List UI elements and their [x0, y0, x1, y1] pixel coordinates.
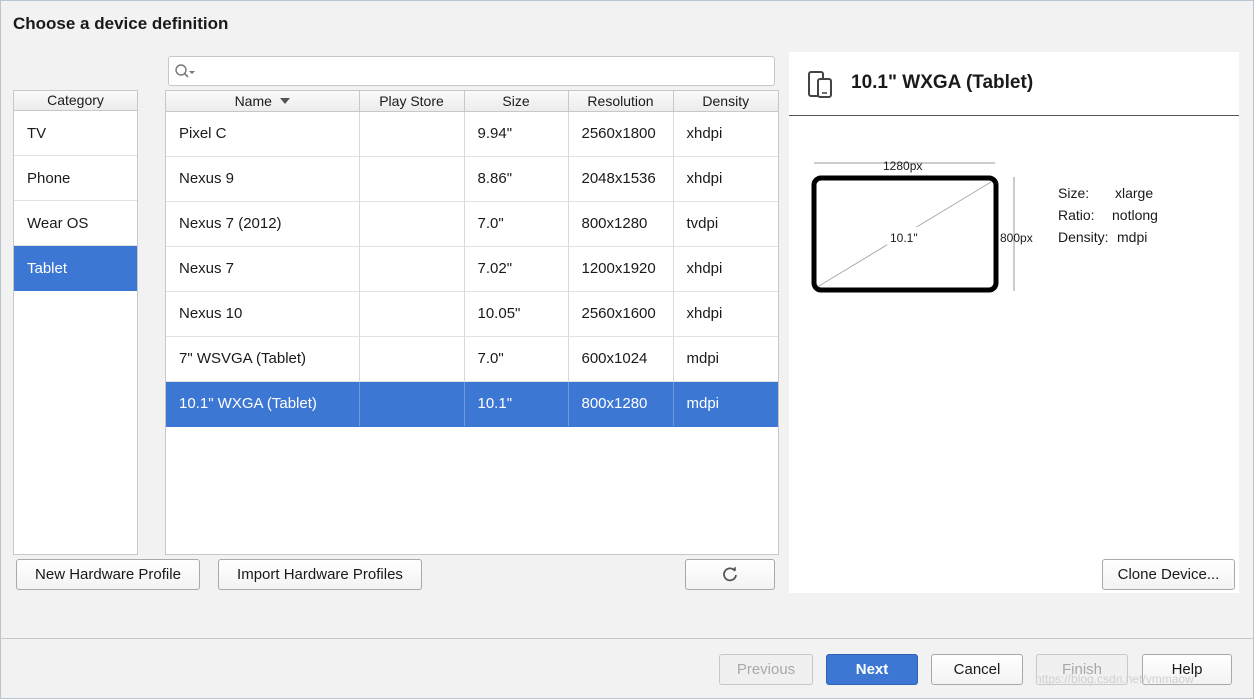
diagonal-label: 10.1" — [890, 231, 918, 245]
device-size: 7.0" — [464, 336, 569, 382]
clone-device-button[interactable]: Clone Device... — [1102, 559, 1235, 590]
footer-divider — [0, 638, 1254, 639]
device-resolution: 600x1024 — [568, 336, 674, 382]
device-name: 10.1" WXGA (Tablet) — [166, 381, 360, 427]
device-resolution: 2560x1800 — [568, 111, 674, 157]
column-header-name[interactable]: Name — [166, 91, 360, 112]
device-name: 7" WSVGA (Tablet) — [166, 336, 360, 382]
device-name: Nexus 9 — [166, 156, 360, 202]
device-play-store — [359, 291, 465, 337]
device-play-store — [359, 201, 465, 247]
sort-descending-icon — [279, 97, 290, 104]
device-play-store — [359, 156, 465, 202]
device-density: xhdpi — [673, 291, 778, 337]
category-item-tv[interactable]: TV — [14, 111, 137, 156]
device-play-store — [359, 246, 465, 292]
device-preview-panel: 10.1" WXGA (Tablet) 1280px 800px 10.1" S… — [789, 52, 1239, 593]
spec-key: Density: — [1058, 229, 1109, 245]
device-size: 9.94" — [464, 111, 569, 157]
device-size: 10.1" — [464, 381, 569, 427]
table-row[interactable]: Pixel C 9.94" 2560x1800 xhdpi — [166, 111, 778, 157]
device-play-store — [359, 336, 465, 382]
preview-divider — [789, 115, 1239, 116]
table-row[interactable]: Nexus 10 10.05" 2560x1600 xhdpi — [166, 291, 778, 337]
height-label: 800px — [1000, 231, 1033, 245]
device-screen-diagram — [811, 162, 1015, 293]
dialog-title: Choose a device definition — [13, 14, 229, 33]
device-resolution: 2048x1536 — [568, 156, 674, 202]
search-icon[interactable] — [174, 63, 196, 81]
next-button[interactable]: Next — [826, 654, 918, 685]
device-name: Nexus 7 (2012) — [166, 201, 360, 247]
new-hardware-profile-button[interactable]: New Hardware Profile — [16, 559, 200, 590]
spec-key: Ratio: — [1058, 207, 1095, 223]
spec-ratio: Ratio: notlong — [1058, 207, 1158, 223]
column-header-resolution[interactable]: Resolution — [568, 91, 674, 112]
device-table[interactable]: Name Play Store Size Resolution Density … — [165, 90, 779, 555]
column-header-size[interactable]: Size — [464, 91, 569, 112]
device-density: xhdpi — [673, 111, 778, 157]
device-density: xhdpi — [673, 246, 778, 292]
table-row[interactable]: Nexus 7 (2012) 7.0" 800x1280 tvdpi — [166, 201, 778, 247]
category-header[interactable]: Category — [14, 91, 137, 111]
table-row[interactable]: Nexus 9 8.86" 2048x1536 xhdpi — [166, 156, 778, 202]
category-item-wear-os[interactable]: Wear OS — [14, 201, 137, 246]
watermark: https://blog.csdn.net/ymmaow — [1035, 672, 1194, 686]
device-size: 10.05" — [464, 291, 569, 337]
table-row[interactable]: 7" WSVGA (Tablet) 7.0" 600x1024 mdpi — [166, 336, 778, 382]
width-label: 1280px — [883, 159, 923, 173]
column-header-play-store[interactable]: Play Store — [359, 91, 465, 112]
device-density: tvdpi — [673, 201, 778, 247]
device-resolution: 800x1280 — [568, 381, 674, 427]
spec-value: xlarge — [1115, 185, 1154, 201]
spec-value: notlong — [1112, 207, 1158, 223]
device-name: Nexus 10 — [166, 291, 360, 337]
device-play-store — [359, 381, 465, 427]
spec-key: Size: — [1058, 185, 1090, 201]
device-resolution: 2560x1600 — [568, 291, 674, 337]
device-size: 8.86" — [464, 156, 569, 202]
search-input[interactable] — [197, 60, 767, 82]
device-size: 7.02" — [464, 246, 569, 292]
device-icon — [808, 71, 832, 98]
device-resolution: 1200x1920 — [568, 246, 674, 292]
device-size: 7.0" — [464, 201, 569, 247]
table-row-selected[interactable]: 10.1" WXGA (Tablet) 10.1" 800x1280 mdpi — [166, 381, 778, 427]
device-density: mdpi — [673, 381, 778, 427]
preview-title: 10.1" WXGA (Tablet) — [851, 72, 1034, 93]
table-row[interactable]: Nexus 7 7.02" 1200x1920 xhdpi — [166, 246, 778, 292]
import-hardware-profiles-button[interactable]: Import Hardware Profiles — [218, 559, 422, 590]
device-play-store — [359, 111, 465, 157]
spec-value: mdpi — [1117, 229, 1148, 245]
refresh-icon — [723, 566, 737, 582]
search-box[interactable] — [168, 56, 775, 86]
category-item-tablet[interactable]: Tablet — [14, 246, 137, 291]
spec-density: Density: mdpi — [1058, 229, 1147, 245]
category-list[interactable]: Category TV Phone Wear OS Tablet — [13, 90, 138, 555]
previous-button[interactable]: Previous — [719, 654, 813, 685]
cancel-button[interactable]: Cancel — [931, 654, 1023, 685]
table-header-row: Name Play Store Size Resolution Density — [166, 91, 778, 112]
category-item-phone[interactable]: Phone — [14, 156, 137, 201]
device-resolution: 800x1280 — [568, 201, 674, 247]
device-name: Pixel C — [166, 111, 360, 157]
device-density: xhdpi — [673, 156, 778, 202]
refresh-button[interactable] — [685, 559, 775, 590]
column-header-name-label: Name — [234, 92, 272, 109]
spec-size: Size: xlarge — [1058, 185, 1153, 201]
column-header-density[interactable]: Density — [673, 91, 778, 112]
device-name: Nexus 7 — [166, 246, 360, 292]
device-density: mdpi — [673, 336, 778, 382]
